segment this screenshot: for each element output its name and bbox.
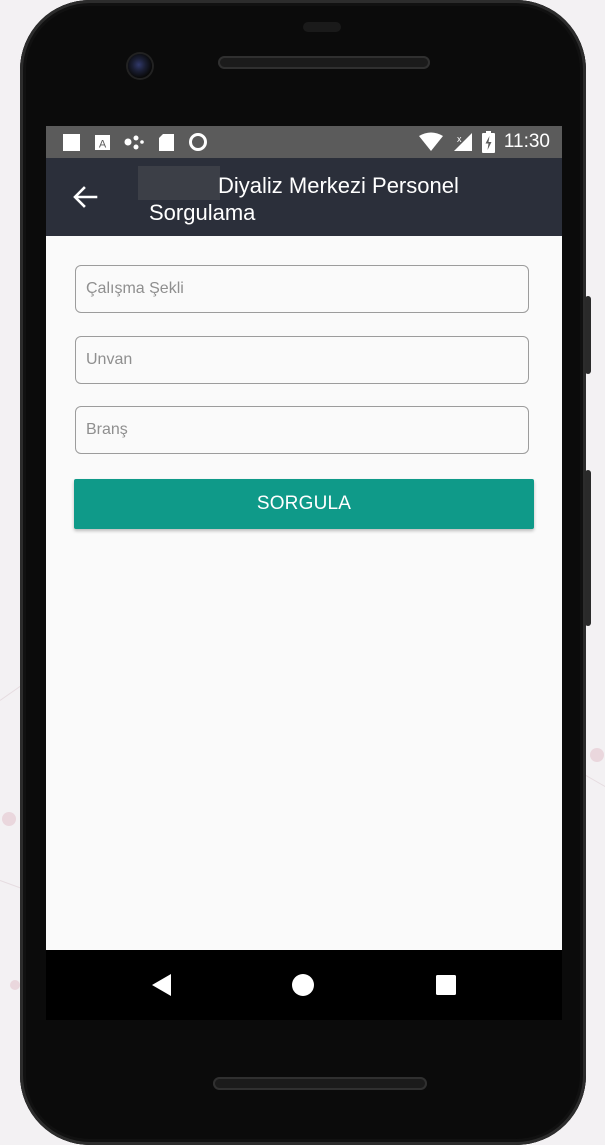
page-title: Diyaliz Merkezi Personel Sorgulama (149, 172, 509, 226)
nav-home-icon (292, 974, 314, 996)
system-icons: x 11:30 (418, 131, 562, 153)
square-icon (63, 133, 80, 151)
nav-home-button[interactable] (286, 968, 320, 1002)
a-box-icon: A (95, 134, 110, 150)
page-title-line1: Diyaliz Merkezi Personel (218, 173, 459, 198)
cellular-icon: x (453, 133, 472, 151)
sd-card-icon (159, 133, 174, 151)
sorgula-button[interactable]: SORGULA (74, 479, 534, 529)
background-dot (590, 748, 604, 762)
background-dot (10, 980, 20, 990)
arrow-back-icon (73, 186, 98, 208)
volume-button (585, 470, 591, 626)
nav-back-button[interactable] (144, 970, 178, 1000)
nav-back-icon (152, 974, 171, 996)
svg-text:x: x (457, 134, 462, 144)
earpiece-speaker (218, 56, 430, 69)
app-bar: Diyaliz Merkezi Personel Sorgulama (46, 158, 562, 236)
notification-icons: A (46, 132, 208, 152)
status-bar: A x 11:30 (46, 126, 562, 158)
device-screen: A x 11:30 Diyaliz Merkezi Personel Sorgu… (46, 126, 562, 950)
proximity-sensor (303, 22, 341, 32)
unvan-field[interactable] (75, 336, 529, 384)
dots-icon (124, 135, 144, 149)
page-title-line2: Sorgulama (149, 200, 256, 225)
navigation-bar (46, 950, 562, 1020)
battery-charging-icon (481, 131, 495, 153)
front-camera (128, 54, 152, 78)
brans-field[interactable] (75, 406, 529, 454)
status-time: 11:30 (503, 131, 550, 152)
calisma-sekli-field[interactable] (75, 265, 529, 313)
wifi-icon (418, 132, 443, 151)
nav-recents-icon (436, 975, 456, 995)
power-button (585, 296, 591, 374)
nav-recents-button[interactable] (431, 970, 461, 1000)
back-button[interactable] (68, 180, 102, 214)
svg-text:A: A (99, 138, 107, 150)
ring-icon (189, 133, 207, 151)
bottom-speaker (213, 1077, 427, 1090)
background-dot (2, 812, 16, 826)
